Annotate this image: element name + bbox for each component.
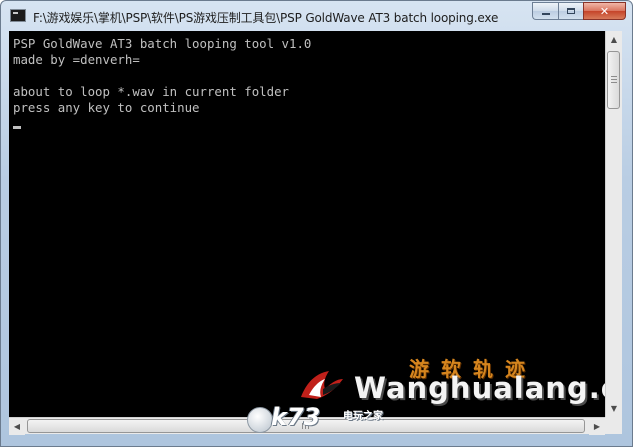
k73-logo-text: k73 bbox=[271, 403, 321, 431]
grip-line bbox=[611, 82, 617, 83]
scroll-up-button[interactable]: ▲ bbox=[606, 31, 622, 48]
scroll-down-button[interactable]: ▼ bbox=[606, 400, 622, 417]
maximize-button[interactable] bbox=[558, 2, 583, 20]
text-cursor bbox=[13, 126, 21, 129]
vertical-scrollbar[interactable]: ▲ ▼ bbox=[605, 31, 622, 417]
console-line: made by =denverh= bbox=[13, 52, 140, 67]
scroll-right-button[interactable]: ▶ bbox=[589, 418, 605, 435]
grip-line bbox=[611, 79, 617, 80]
watermark-site-text: Wanghualang.coM bbox=[354, 371, 605, 405]
grip-line bbox=[611, 76, 617, 77]
caption-buttons: ✕ bbox=[532, 2, 626, 20]
minimize-button[interactable] bbox=[532, 2, 558, 20]
maximize-icon bbox=[567, 8, 575, 14]
console-window: F:\游戏娱乐\掌机\PSP\软件\PS游戏压制工具包\PSP GoldWave… bbox=[0, 0, 633, 447]
minimize-icon bbox=[541, 13, 550, 15]
arrow-down-icon: ▼ bbox=[610, 404, 618, 413]
close-icon: ✕ bbox=[599, 4, 610, 18]
console-line: PSP GoldWave AT3 batch looping tool v1.0 bbox=[13, 36, 312, 51]
console-output-area[interactable]: PSP GoldWave AT3 batch looping tool v1.0… bbox=[9, 31, 605, 417]
console-window-icon[interactable] bbox=[10, 9, 26, 22]
k73-watermark-logo: k73 电玩之家 bbox=[247, 403, 407, 435]
arrow-right-icon: ▶ bbox=[593, 422, 601, 431]
console-line: about to loop *.wav in current folder bbox=[13, 84, 290, 99]
title-bar[interactable]: F:\游戏娱乐\掌机\PSP\软件\PS游戏压制工具包\PSP GoldWave… bbox=[1, 1, 632, 31]
scroll-left-button[interactable]: ◀ bbox=[9, 418, 25, 435]
scrollbar-corner bbox=[605, 417, 622, 434]
arrow-up-icon: ▲ bbox=[610, 35, 618, 44]
console-line: press any key to continue bbox=[13, 100, 200, 115]
k73-logo-subtext: 电玩之家 bbox=[343, 411, 383, 422]
vertical-scroll-thumb[interactable] bbox=[607, 51, 620, 109]
arrow-left-icon: ◀ bbox=[13, 422, 21, 431]
window-title: F:\游戏娱乐\掌机\PSP\软件\PS游戏压制工具包\PSP GoldWave… bbox=[33, 11, 499, 25]
k73-badge-icon bbox=[247, 407, 273, 433]
close-button[interactable]: ✕ bbox=[583, 2, 626, 20]
watermark-bird-logo-icon bbox=[301, 371, 343, 399]
console-text: PSP GoldWave AT3 batch looping tool v1.0… bbox=[13, 36, 311, 129]
